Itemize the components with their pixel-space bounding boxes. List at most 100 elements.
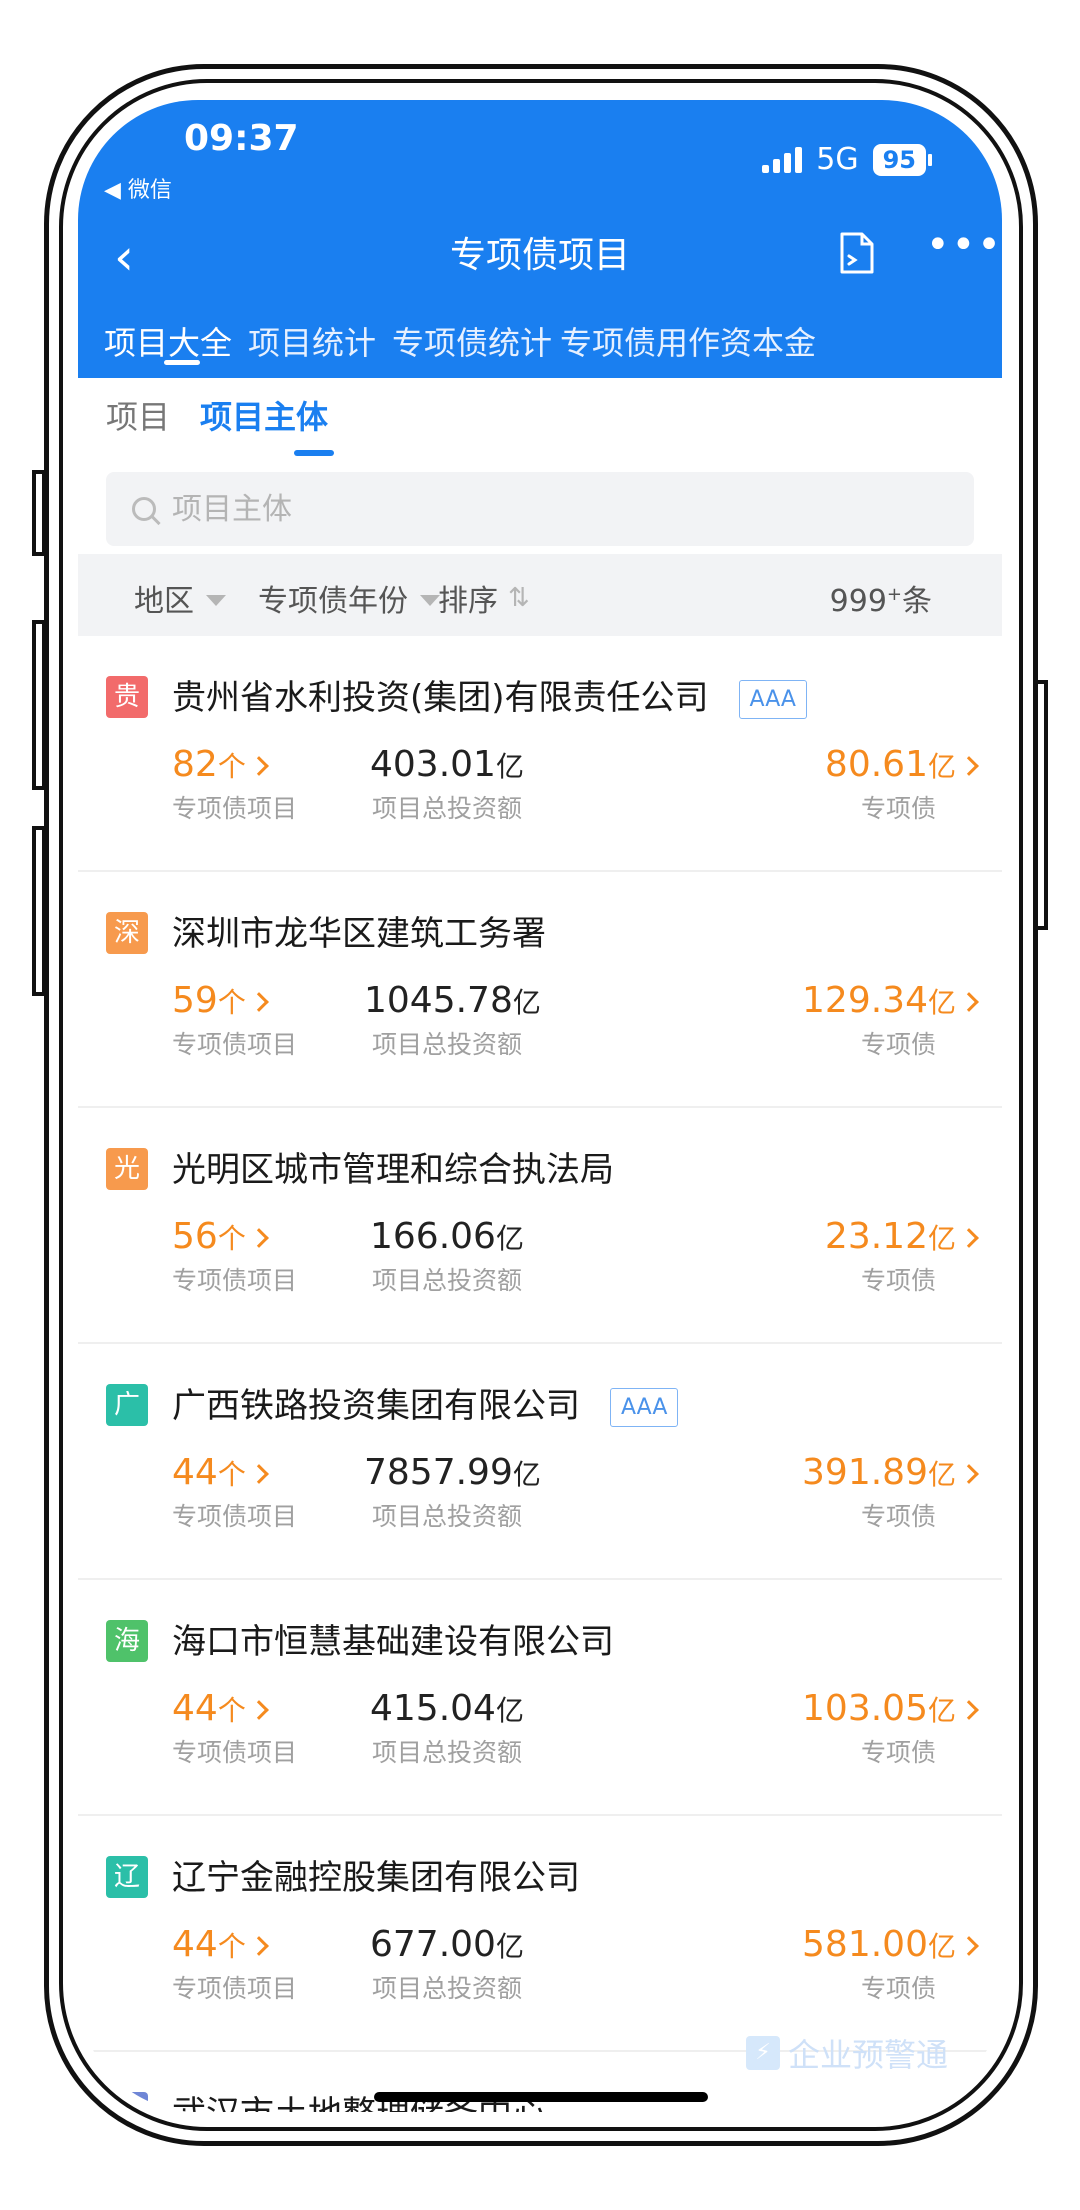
count-unit: 个 [217,986,246,1019]
chevron-right-icon [959,1700,979,1720]
entity-badge: 光 [106,1148,148,1190]
tab-project-stats[interactable]: 项目统计 [248,318,376,364]
bond-amount-stat[interactable]: 129.34亿 专项债 [802,980,979,1061]
bond-amount: 391.89 [802,1452,928,1493]
money-unit: 亿 [495,1222,524,1255]
chevron-right-icon [248,1936,269,1956]
active-subtab-indicator [294,450,334,456]
tab-all-projects[interactable]: 项目大全 [104,318,232,364]
region-filter[interactable]: 地区 [134,576,226,620]
list-item[interactable]: 贵 贵州省水利投资(集团)有限责任公司 AAA 82个 专项债项目 403.01亿… [78,636,1002,872]
side-button-volume-up [32,620,46,790]
entity-name: 光明区城市管理和综合执法局 [172,1142,614,1191]
entity-name: 深圳市龙华区建筑工务署 [172,906,546,955]
list-item[interactable]: 光 光明区城市管理和综合执法局 56个 专项债项目 166.06亿 项目总投资额… [78,1108,1002,1344]
list-item[interactable]: 广 广西铁路投资集团有限公司 AAA 44个 专项债项目 7857.99亿 项目总… [78,1344,1002,1580]
bond-amount-label: 专项债 [860,794,936,823]
investment-value: 677.00 [370,1924,496,1965]
top-tab-bar: 项目大全 项目统计 专项债统计 专项债用作资本金 [78,318,1002,378]
money-unit: 亿 [495,1930,524,1963]
investment-stat: 415.04亿 项目总投资额 [370,1688,524,1769]
result-count-value: 999 [829,584,887,619]
list-item[interactable]: 深 深圳市龙华区建筑工务署 59个 专项债项目 1045.78亿 项目总投资额 … [78,872,1002,1108]
money-unit: 亿 [927,1930,956,1963]
export-document-icon[interactable] [840,232,874,274]
battery-level: 95 [872,143,926,176]
project-count-stat[interactable]: 44个 专项债项目 [172,1924,297,2005]
entity-name: 贵州省水利投资(集团)有限责任公司 AAA [172,670,807,719]
bond-amount: 129.34 [802,980,928,1021]
investment-label: 项目总投资额 [372,1974,523,2003]
chevron-right-icon [248,1464,269,1484]
bond-amount-stat[interactable]: 23.12亿 专项债 [825,1216,979,1297]
tab-bond-capital[interactable]: 专项债用作资本金 [560,318,816,364]
side-button-power [1034,680,1048,930]
credit-rating-badge: AAA [610,1388,679,1427]
subtab-projects[interactable]: 项目 [106,392,170,438]
signal-icon [762,146,803,173]
project-count: 44 [172,1452,218,1493]
investment-stat: 403.01亿 项目总投资额 [370,744,524,825]
money-unit: 亿 [927,750,956,783]
project-count: 44 [172,1688,218,1729]
project-count-stat[interactable]: 44个 专项债项目 [172,1688,297,1769]
more-icon[interactable]: ••• [926,222,1002,268]
bond-amount-label: 专项债 [860,1266,936,1295]
bond-amount-stat[interactable]: 581.00亿 专项债 [802,1924,979,2005]
list-item[interactable]: 海 海口市恒慧基础建设有限公司 44个 专项债项目 415.04亿 项目总投资额… [78,1580,1002,1816]
investment-stat: 1045.78亿 项目总投资额 [364,980,541,1061]
side-button-volume-down [32,826,46,996]
count-unit: 个 [217,750,246,783]
lightning-icon: ⚡ [746,2036,780,2070]
year-filter-label: 专项债年份 [258,584,408,619]
entity-badge: 辽 [106,1856,148,1898]
chevron-right-icon [959,756,979,776]
chevron-right-icon [959,1936,979,1956]
entity-badge: 贵 [106,676,148,718]
investment-stat: 166.06亿 项目总投资额 [370,1216,524,1297]
count-unit: 个 [217,1222,246,1255]
project-count-stat[interactable]: 56个 专项债项目 [172,1216,297,1297]
filter-bar: 地区 专项债年份 排序 ⇅ 999+条 [78,554,1002,636]
project-count-stat[interactable]: 82个 专项债项目 [172,744,297,825]
investment-label: 项目总投资额 [372,1738,523,1767]
investment-label: 项目总投资额 [372,794,523,823]
project-count-stat[interactable]: 59个 专项债项目 [172,980,297,1061]
investment-label: 项目总投资额 [372,1502,523,1531]
list-item[interactable]: 辽 辽宁金融控股集团有限公司 44个 专项债项目 677.00亿 项目总投资额 … [78,1816,1002,2052]
caret-down-icon [206,594,226,606]
entity-name-text: 海口市恒慧基础建设有限公司 [172,1622,614,1662]
bond-amount-stat[interactable]: 391.89亿 专项债 [802,1452,979,1533]
chevron-right-icon [248,1700,269,1720]
screen: 09:37 ◀ 微信 5G 95 ‹ 专项债项目 ••• 项目大全 项目统计 专… [78,100,1002,2112]
network-type: 5G [816,142,859,177]
bond-amount-stat[interactable]: 80.61亿 专项债 [825,744,979,825]
search-input[interactable] [170,490,934,528]
money-unit: 亿 [927,1458,956,1491]
money-unit: 亿 [927,1694,956,1727]
watermark-text: 企业预警通 [788,2036,949,2074]
chevron-right-icon [959,992,979,1012]
result-count: 999+条 [830,576,932,620]
year-filter[interactable]: 专项债年份 [258,576,440,620]
subtab-project-entities[interactable]: 项目主体 [200,392,328,438]
sort-filter[interactable]: 排序 ⇅ [438,576,530,620]
chevron-right-icon [959,1464,979,1484]
investment-stat: 7857.99亿 项目总投资额 [364,1452,541,1533]
project-count: 59 [172,980,218,1021]
tab-bond-stats[interactable]: 专项债统计 [392,318,552,364]
project-count-label: 专项债项目 [172,1030,298,1059]
investment-value: 1045.78 [364,980,513,1021]
project-count-label: 专项债项目 [172,1738,298,1767]
back-to-wechat-link[interactable]: ◀ 微信 [104,172,172,204]
investment-label: 项目总投资额 [372,1266,523,1295]
entity-badge: 深 [106,912,148,954]
entity-name-text: 广西铁路投资集团有限公司 [172,1386,580,1426]
entity-badge [106,2092,148,2112]
bond-amount-stat[interactable]: 103.05亿 专项债 [802,1688,979,1769]
entity-badge: 海 [106,1620,148,1662]
project-count-stat[interactable]: 44个 专项债项目 [172,1452,297,1533]
result-count-unit: 条 [902,584,932,619]
entity-badge: 广 [106,1384,148,1426]
entity-name: 广西铁路投资集团有限公司 AAA [172,1378,679,1427]
